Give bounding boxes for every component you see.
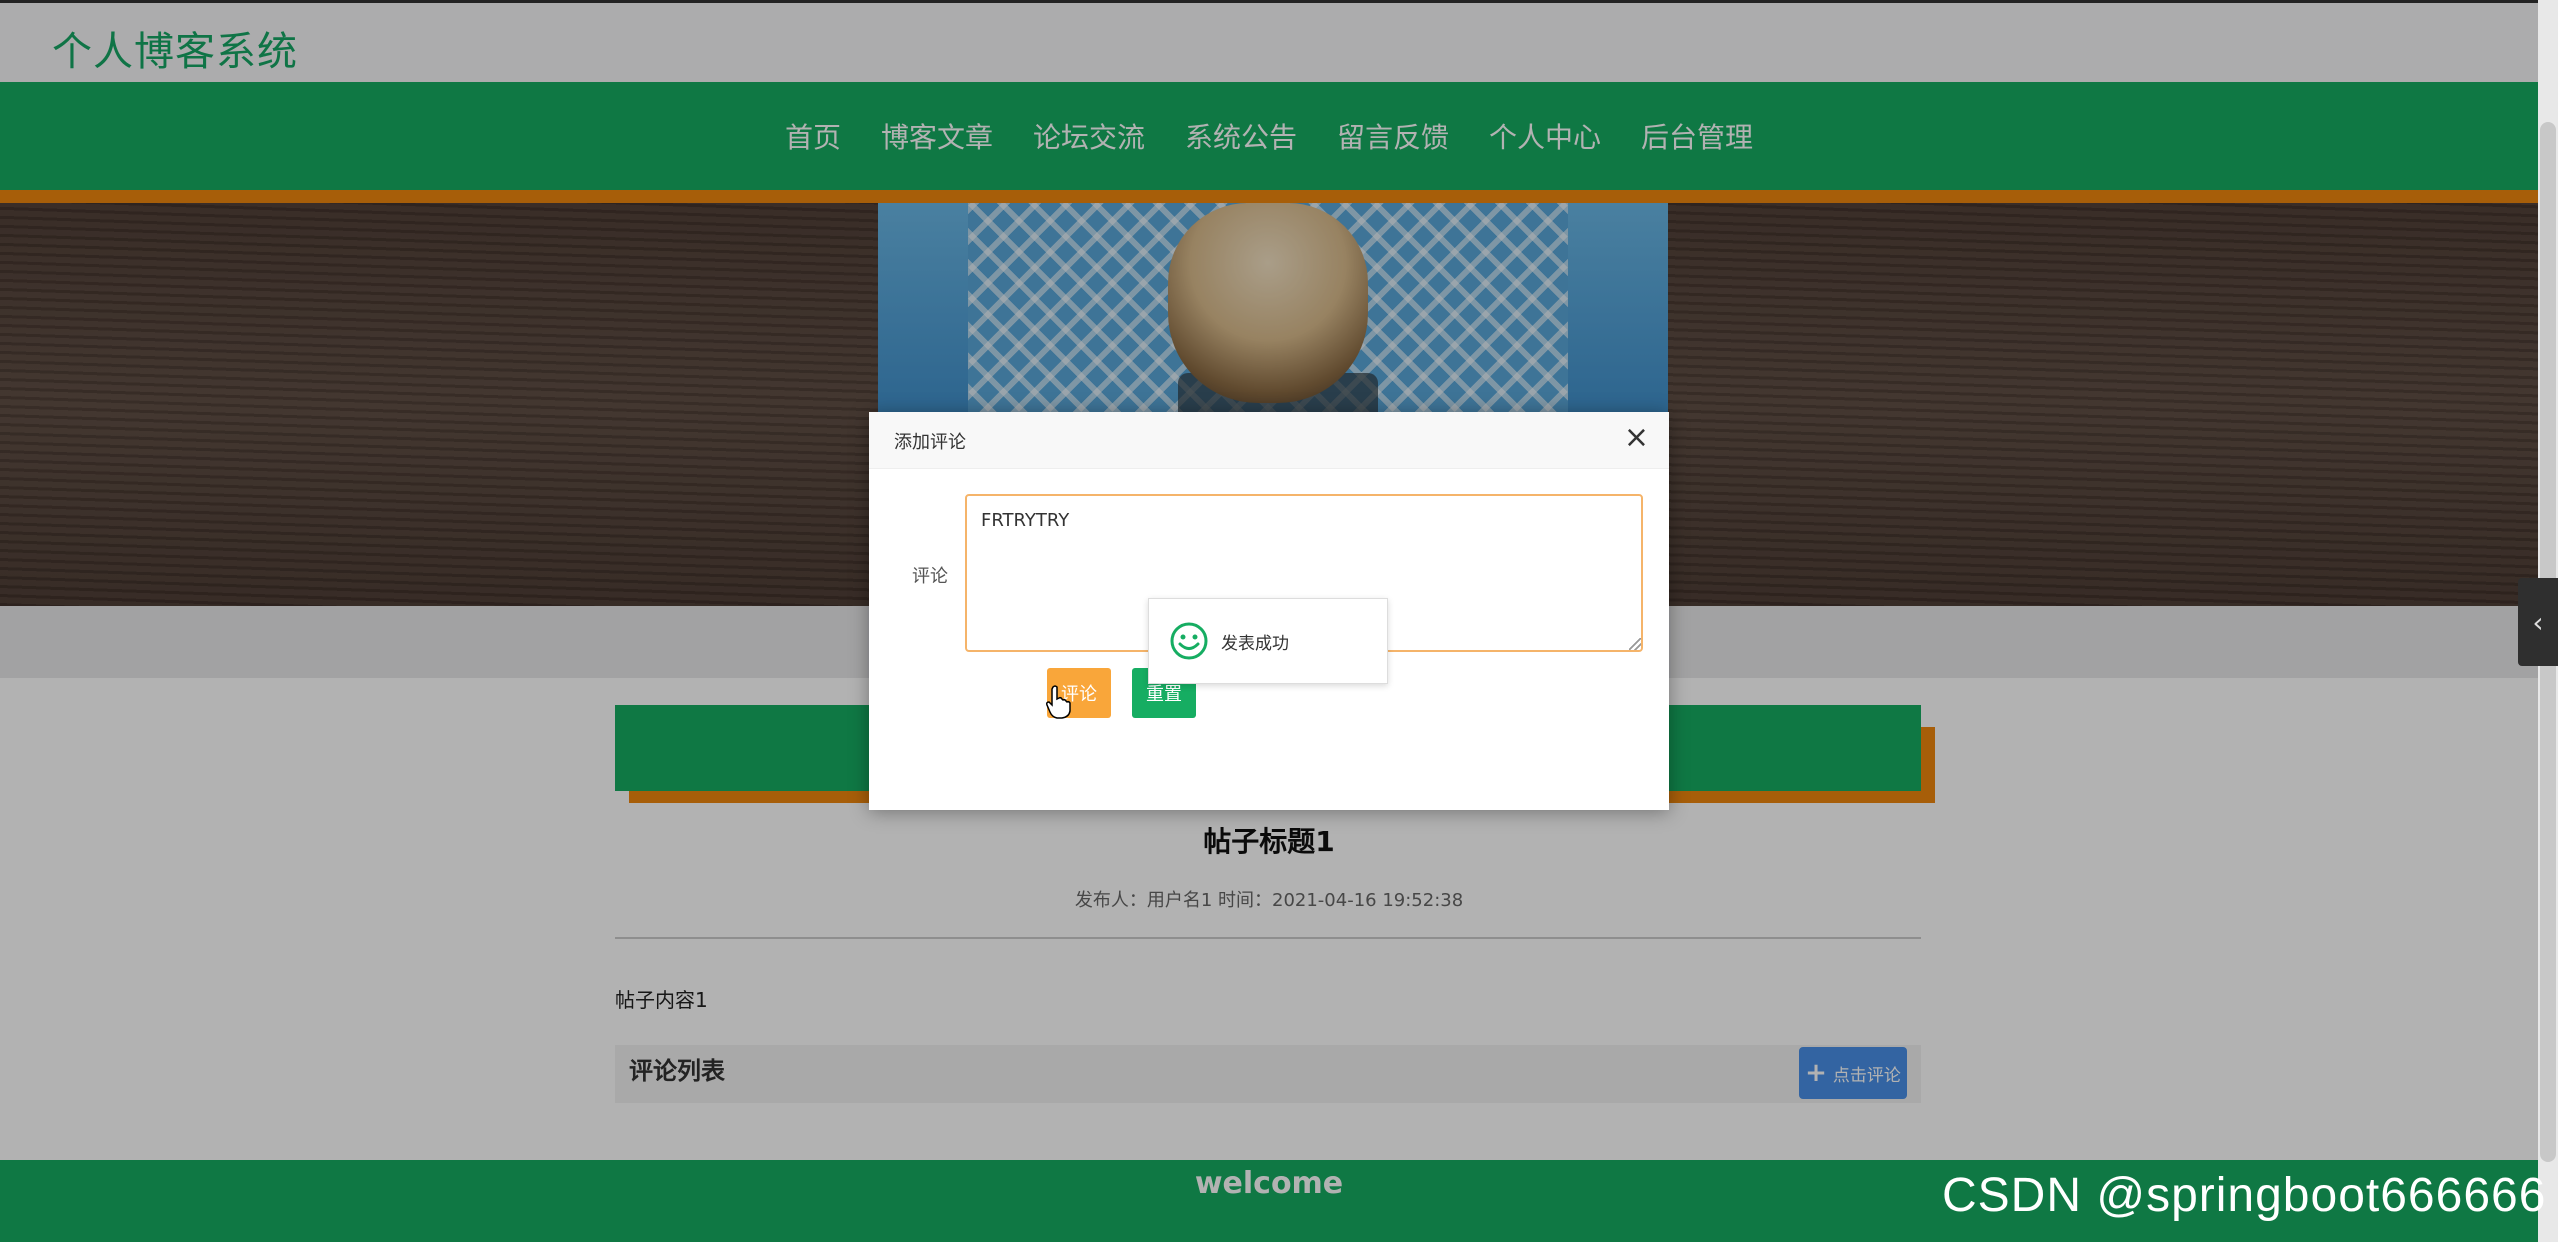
hand-cursor-icon xyxy=(1046,685,1071,719)
chevron-left-icon: ‹ xyxy=(2532,605,2544,639)
close-icon[interactable]: × xyxy=(1624,422,1649,454)
csdn-watermark: CSDN @springboot666666 xyxy=(1942,1169,2547,1222)
dialog-header: 添加评论 × xyxy=(869,412,1669,469)
smile-icon xyxy=(1170,622,1208,660)
comment-field-label: 评论 xyxy=(912,566,948,587)
resize-handle-icon[interactable] xyxy=(1629,638,1641,650)
toast-message: 发表成功 xyxy=(1221,633,1289,654)
success-toast: 发表成功 xyxy=(1148,598,1388,684)
side-panel-toggle[interactable]: ‹ xyxy=(2518,578,2558,666)
dialog-title: 添加评论 xyxy=(894,432,966,453)
